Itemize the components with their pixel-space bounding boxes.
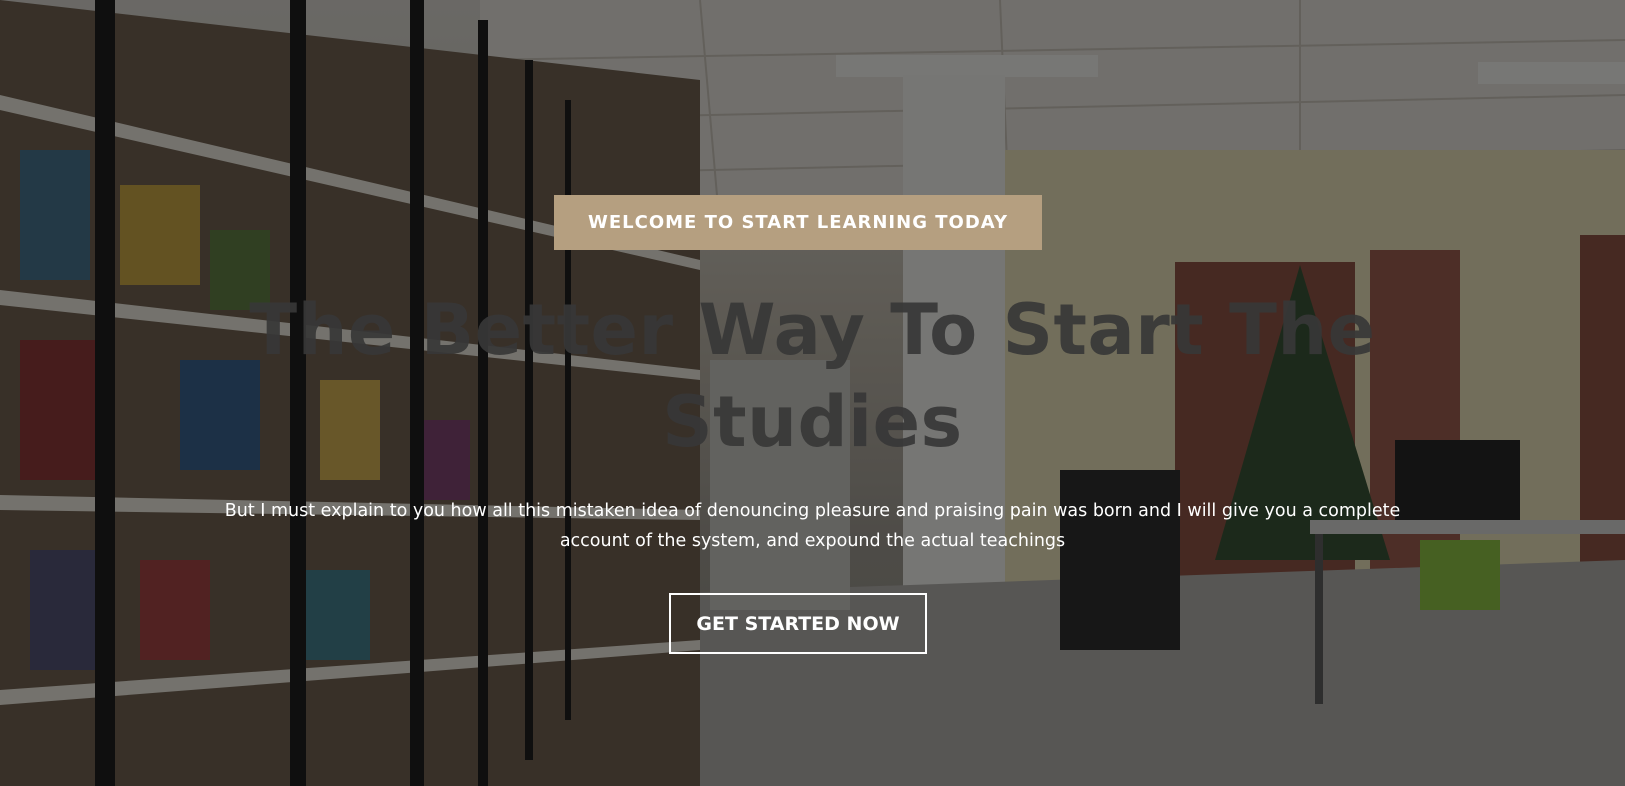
hero-headline: The Better Way To Start The Studies xyxy=(249,289,1376,463)
hero-section: WELCOME TO START LEARNING TODAY The Bett… xyxy=(0,0,1625,786)
hero-content: WELCOME TO START LEARNING TODAY The Bett… xyxy=(0,0,1625,786)
welcome-badge: WELCOME TO START LEARNING TODAY xyxy=(554,195,1042,250)
hero-description: But I must explain to you how all this m… xyxy=(224,501,1401,551)
get-started-button[interactable]: GET STARTED NOW xyxy=(669,593,927,654)
